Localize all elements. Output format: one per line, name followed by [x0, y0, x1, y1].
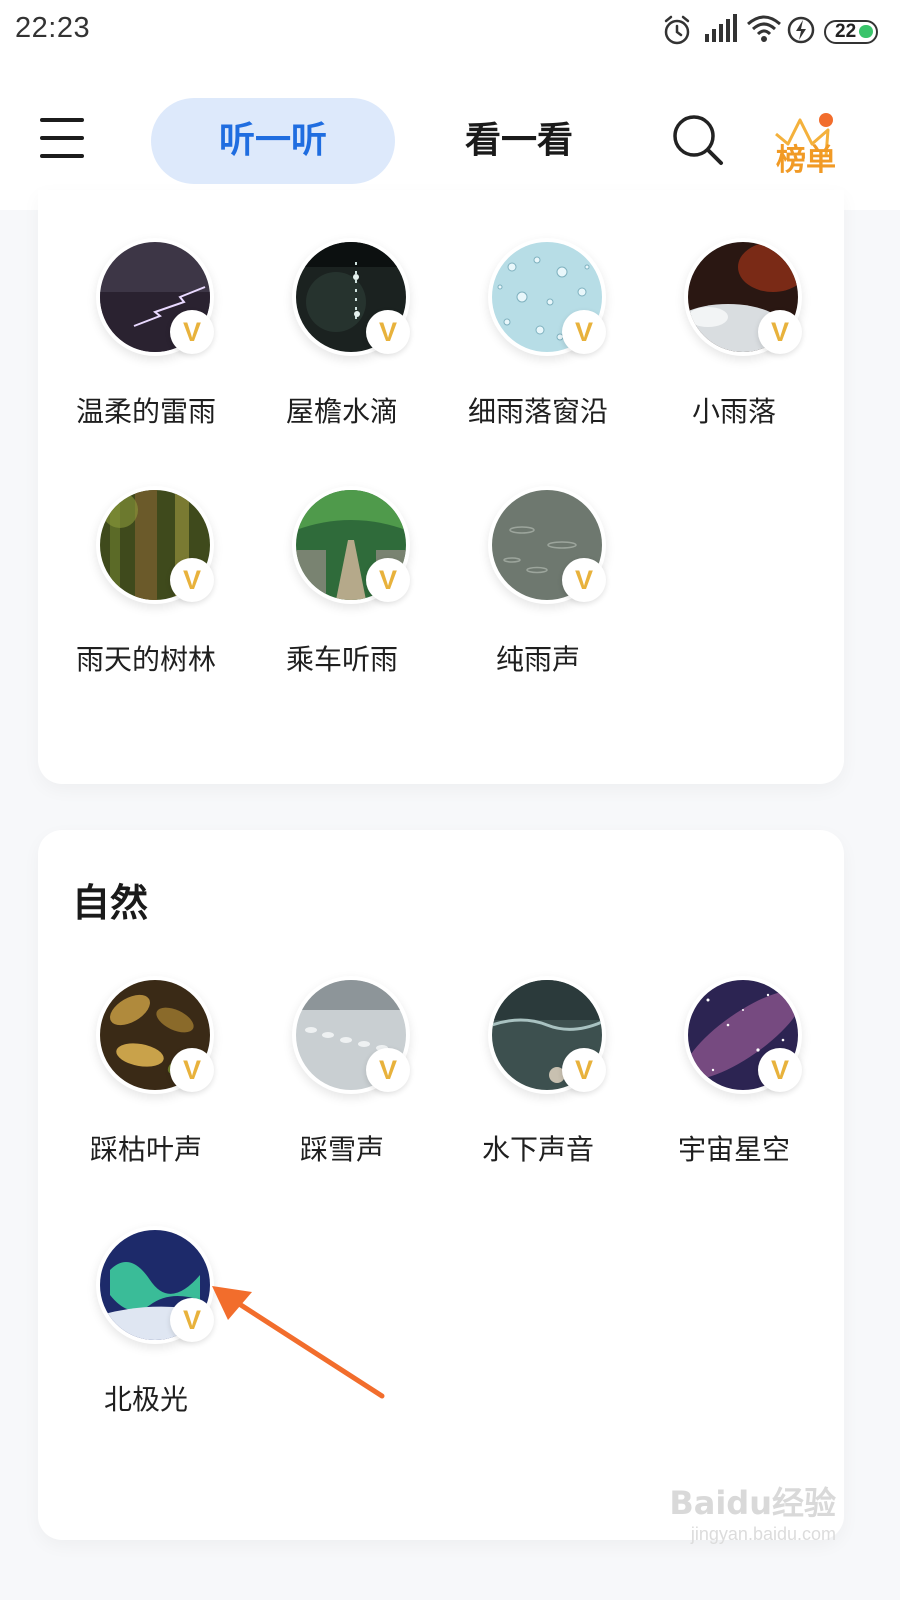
vip-badge: V — [562, 1048, 606, 1092]
sound-label: 小雨落 — [691, 395, 776, 428]
sound-item[interactable]: V 细雨落窗沿 — [440, 238, 636, 458]
search-icon[interactable] — [672, 114, 724, 166]
vip-badge: V — [366, 310, 410, 354]
watermark-logo: Baidu经验 — [669, 1484, 836, 1522]
sound-label: 屋檐水滴 — [285, 395, 398, 428]
signal-icon — [704, 14, 738, 48]
sound-item[interactable]: V 踩枯叶声 — [48, 976, 244, 1196]
annotation-arrow-icon — [200, 1278, 400, 1408]
watermark-url: jingyan.baidu.com — [690, 1524, 836, 1544]
battery-level: 22 — [835, 21, 857, 42]
sound-item[interactable]: V 纯雨声 — [440, 486, 636, 706]
nature-sounds-card: 自然 V 踩枯叶声 V 踩雪声 V 水下声音 V 宇宙星空 V 北极光 — [38, 830, 844, 1540]
sound-item[interactable]: V 乘车听雨 — [244, 486, 440, 706]
vip-badge: V — [170, 558, 214, 602]
sound-item[interactable]: V 雨天的树林 — [48, 486, 244, 706]
sound-label: 雨天的树林 — [75, 643, 216, 676]
rank-label[interactable]: 榜单 — [776, 135, 836, 179]
sound-item[interactable]: V 水下声音 — [440, 976, 636, 1196]
vip-badge: V — [758, 310, 802, 354]
sound-item[interactable]: V 小雨落 — [636, 238, 832, 458]
vip-badge: V — [170, 1048, 214, 1092]
status-bar: 22:23 22 — [0, 0, 900, 62]
section-title: 自然 — [72, 881, 149, 925]
sound-label: 宇宙星空 — [677, 1133, 790, 1166]
vip-badge: V — [758, 1048, 802, 1092]
sound-item[interactable]: V 屋檐水滴 — [244, 238, 440, 458]
wifi-icon — [746, 14, 782, 48]
sound-label: 水下声音 — [481, 1133, 594, 1166]
vip-badge: V — [562, 558, 606, 602]
tab-watch[interactable]: 看一看 — [397, 98, 641, 184]
rain-sounds-card: V 温柔的雷雨 V 屋檐水滴 V 细雨落窗沿 V 小雨落 V 雨天的树林 V 乘… — [38, 190, 844, 784]
alarm-icon — [662, 14, 692, 50]
vip-badge: V — [170, 310, 214, 354]
battery-icon: 22 — [824, 20, 878, 44]
tab-listen[interactable]: 听一听 — [151, 98, 395, 184]
top-nav: 听一听 看一看 榜单 — [0, 62, 900, 210]
sound-label: 纯雨声 — [495, 643, 580, 676]
sound-label: 踩枯叶声 — [89, 1133, 202, 1166]
sound-label: 踩雪声 — [299, 1133, 384, 1166]
sound-item[interactable]: V 宇宙星空 — [636, 976, 832, 1196]
vip-badge: V — [562, 310, 606, 354]
sound-item[interactable]: V 踩雪声 — [244, 976, 440, 1196]
vip-badge: V — [366, 558, 410, 602]
menu-icon[interactable] — [40, 118, 86, 160]
sound-item[interactable]: V 温柔的雷雨 — [48, 238, 244, 458]
sound-label: 温柔的雷雨 — [75, 395, 216, 428]
vip-badge: V — [366, 1048, 410, 1092]
sound-label: 乘车听雨 — [285, 643, 398, 676]
sound-label: 细雨落窗沿 — [467, 395, 608, 428]
status-time: 22:23 — [15, 12, 91, 44]
charging-icon — [786, 14, 816, 50]
